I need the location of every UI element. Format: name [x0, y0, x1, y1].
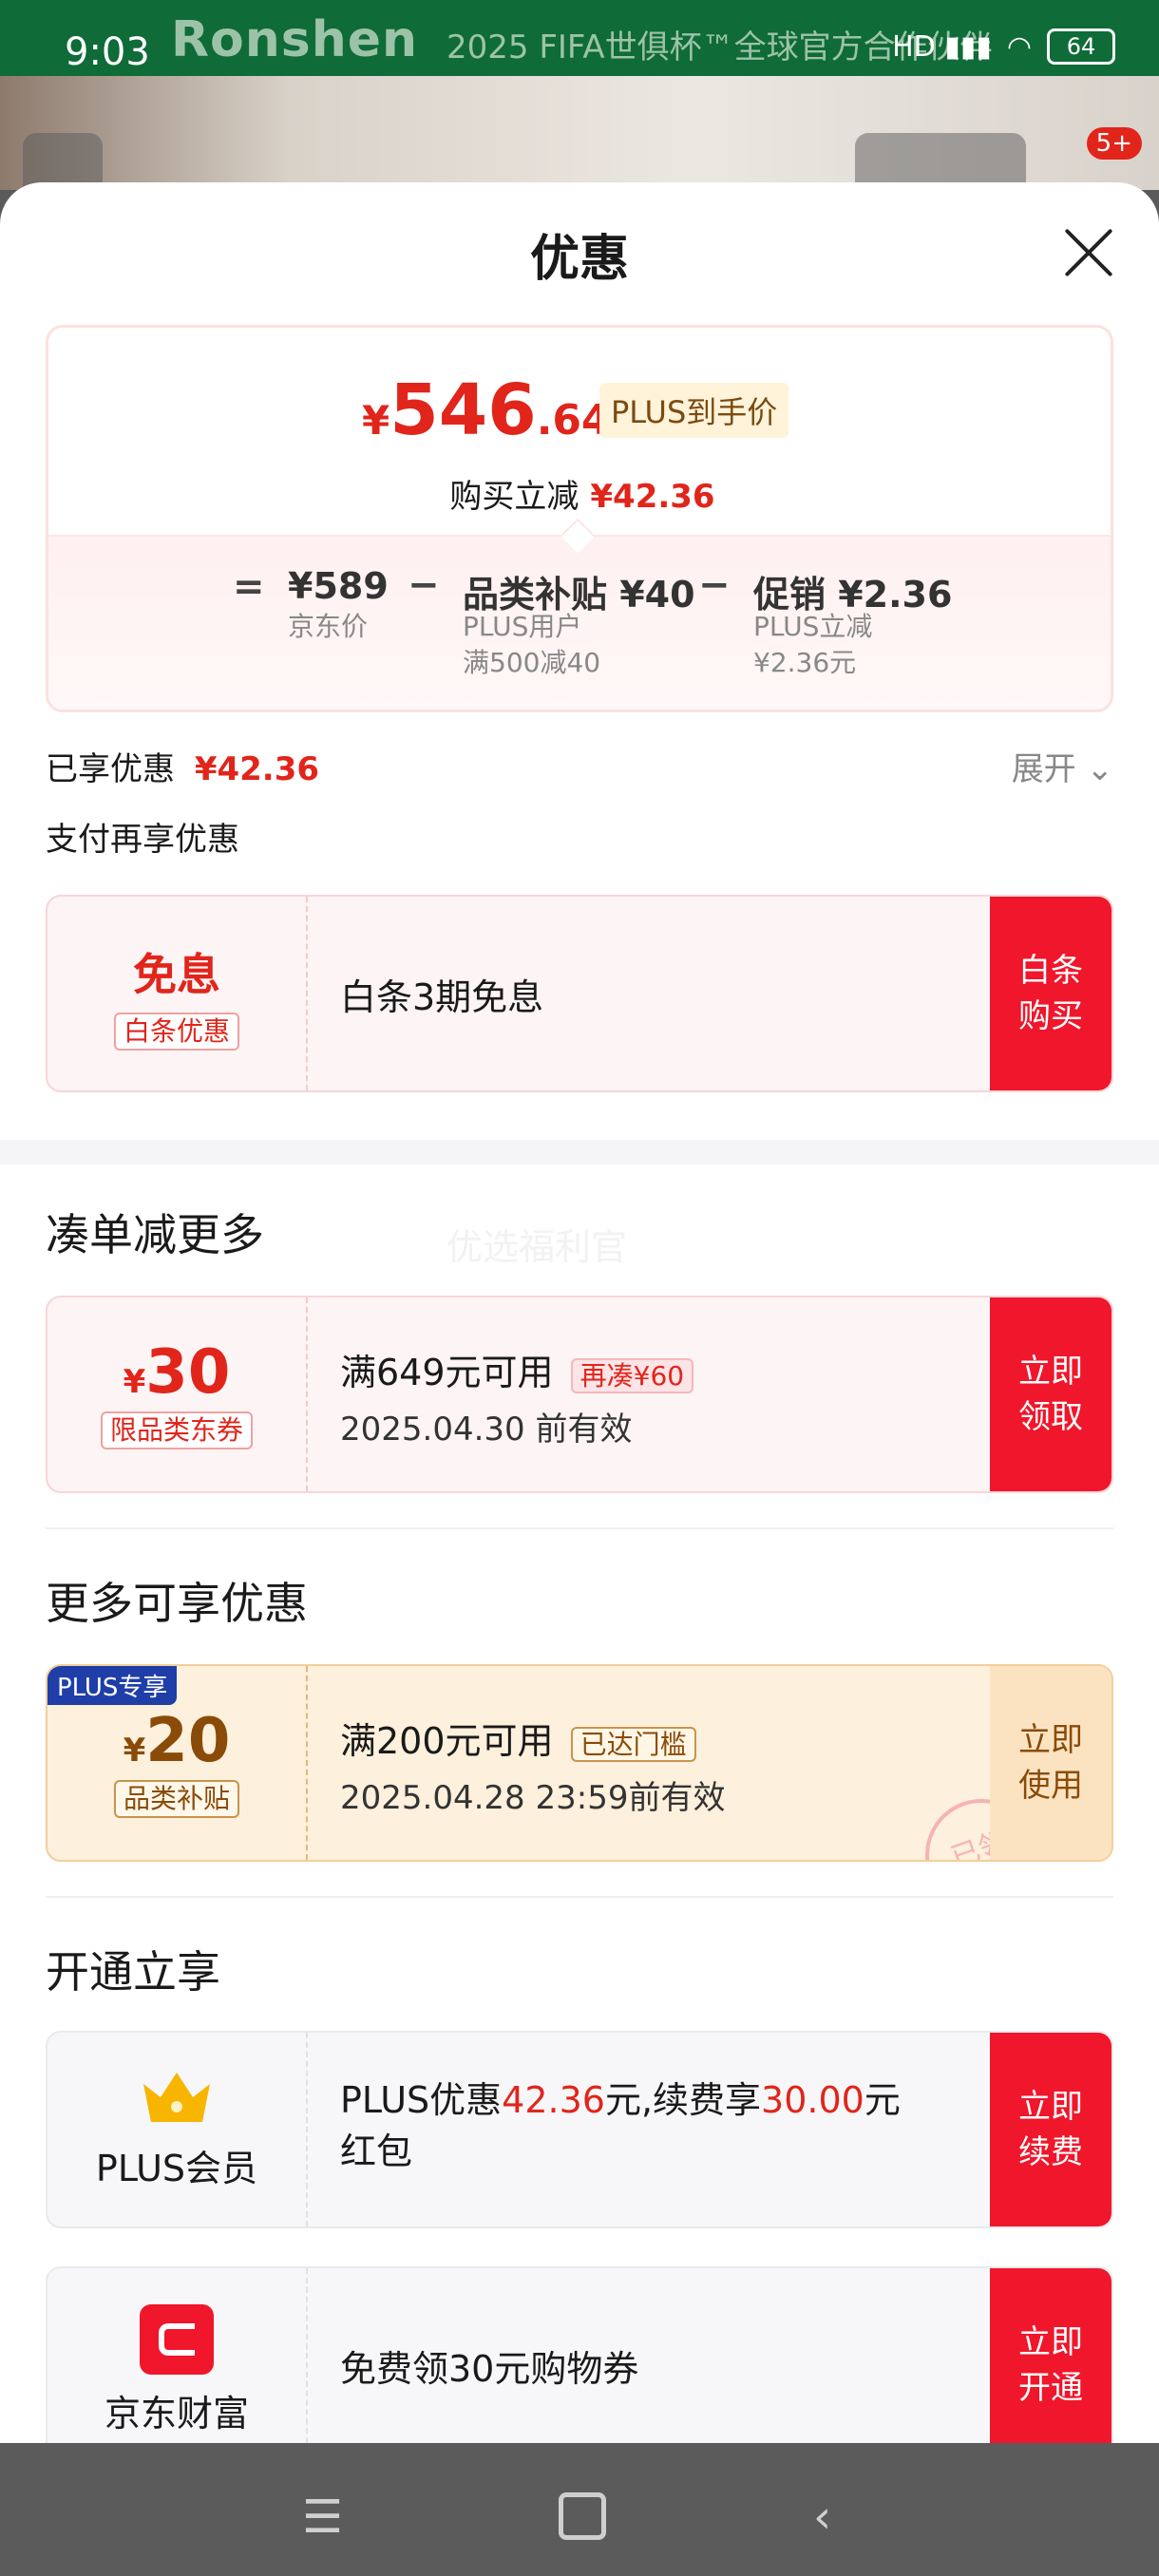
coupon-validity: 2025.04.30 前有效: [340, 1411, 633, 1449]
plus-desc: PLUS优惠42.36元,续费享30.00元 红包: [340, 2033, 990, 2226]
section-title-activate: 开通立享: [46, 1946, 220, 1998]
currency-symbol: ¥: [123, 1732, 146, 1770]
pay-more-label: 支付再享优惠: [46, 821, 239, 859]
chevron-down-icon: ⌄: [1086, 750, 1114, 788]
minus-sign: −: [408, 563, 440, 607]
status-icons: HD ▮▮▮ ◠ 64: [892, 28, 1115, 65]
equals-sign: =: [233, 565, 265, 609]
baitiao-card: 免息 白条优惠 白条3期免息 白条 购买: [46, 895, 1113, 1092]
system-nav-bar: ☰ ‹: [0, 2443, 1159, 2576]
finance-desc: 免费领30元购物券: [340, 2347, 639, 2390]
plus-desc-text: 元,续费享: [604, 2079, 762, 2121]
coupon-badge: 已达门槛: [570, 1727, 696, 1762]
currency-symbol: ¥: [123, 1363, 146, 1401]
section-title-more-savings: 凑单减更多: [46, 1209, 264, 1260]
jd-finance-card: 京东财富 免费领30元购物券 立即 开通: [46, 2266, 1113, 2443]
divider-line: [46, 1896, 1113, 1898]
coupon-amount: ¥20: [48, 1706, 306, 1776]
coupon-card-30: ¥30 限品类东券 满649元可用 再凑¥60 2025.04.30 前有效 立…: [46, 1296, 1113, 1493]
coupon-condition: 满200元可用 已达门槛: [340, 1712, 990, 1764]
baitiao-desc: 白条3期免息: [340, 975, 544, 1018]
baitiao-tag: 白条优惠: [113, 1013, 239, 1051]
plus-renew-value: 30.00: [761, 2079, 864, 2121]
coupon-value: 20: [145, 1706, 231, 1776]
plus-desc-text: 红包: [340, 2131, 413, 2172]
brand-logo-text: Ronshen: [171, 11, 419, 68]
plus-member-card: PLUS会员 PLUS优惠42.36元,续费享30.00元 红包 立即 续费: [46, 2031, 1113, 2228]
status-time: 9:03: [65, 30, 150, 74]
back-icon[interactable]: ‹: [813, 2491, 831, 2544]
finance-left: 京东财富: [48, 2268, 308, 2443]
subsidy-sub1: PLUS用户: [463, 611, 582, 642]
baitiao-buy-button[interactable]: 白条 购买: [990, 897, 1112, 1090]
enjoyed-discount: 已享优惠 ¥42.36: [46, 743, 319, 789]
coupon-value: 30: [145, 1337, 231, 1408]
final-price: ¥ 546 .64: [362, 369, 611, 451]
interest-free-title: 免息: [133, 949, 220, 1000]
baitiao-left: 免息 白条优惠: [48, 897, 308, 1090]
jd-price-label: 京东价: [288, 611, 369, 642]
jd-finance-label: 京东财富: [104, 2393, 249, 2434]
plus-desc-text: 元: [864, 2079, 901, 2121]
currency-symbol: ¥: [362, 397, 390, 444]
coupon-info: 满649元可用 再凑¥60 2025.04.30 前有效: [340, 1297, 990, 1491]
plus-exclusive-tag: PLUS专享: [48, 1666, 178, 1705]
message-badge: 5+: [1086, 127, 1142, 160]
activate-now-button[interactable]: 立即 开通: [990, 2268, 1112, 2443]
menu-icon[interactable]: ☰: [302, 2491, 343, 2544]
close-icon[interactable]: [1062, 226, 1115, 279]
coupon-amount: ¥30: [48, 1337, 306, 1408]
coupon-left: PLUS专享 ¥20 品类补贴: [48, 1666, 308, 1860]
enjoyed-value: ¥42.36: [194, 750, 320, 788]
coupon-card-20: PLUS专享 ¥20 品类补贴 满200元可用 已达门槛 2025.04.28 …: [46, 1664, 1113, 1862]
wifi-icon: ◠: [1006, 29, 1032, 64]
plus-discount-value: 42.36: [502, 2079, 605, 2121]
discount-sheet: 优惠 ¥ 546 .64 PLUS到手价 购买立减 ¥42.36 = ¥589 京…: [0, 182, 1159, 2443]
sheet-title: 优惠: [529, 231, 629, 288]
reduce-label: 购买立减: [449, 478, 580, 516]
section-divider: [0, 1140, 1159, 1165]
minus-sign: −: [698, 563, 731, 607]
coupon-badge: 再凑¥60: [570, 1358, 694, 1393]
coupon-desc: 满649元可用: [340, 1352, 554, 1393]
plus-left: PLUS会员: [48, 2033, 308, 2226]
price-summary-card: ¥ 546 .64 PLUS到手价 购买立减 ¥42.36 = ¥589 京东价 …: [46, 325, 1113, 712]
divider-line: [46, 1527, 1113, 1529]
coupon-validity: 2025.04.28 23:59前有效: [340, 1779, 726, 1817]
use-now-button[interactable]: 立即 使用: [990, 1666, 1112, 1860]
coupon-desc: 满200元可用: [340, 1720, 554, 1762]
jd-finance-icon: [140, 2304, 214, 2375]
home-icon[interactable]: [559, 2492, 606, 2540]
coupon-tag: 品类补贴: [113, 1780, 239, 1818]
promo-sub2: ¥2.36元: [753, 647, 857, 678]
coupon-tag: 限品类东券: [100, 1411, 253, 1449]
signal-icon: HD ▮▮▮: [892, 29, 992, 64]
reduce-value: ¥42.36: [590, 478, 715, 516]
claim-now-button[interactable]: 立即 领取: [990, 1297, 1112, 1491]
expand-button[interactable]: 展开 ⌄: [1012, 743, 1113, 789]
crown-icon: [140, 2069, 214, 2126]
battery-icon: 64: [1047, 28, 1115, 65]
coupon-left: ¥30 限品类东券: [48, 1297, 308, 1491]
reduce-line: 购买立减 ¥42.36: [48, 470, 1111, 517]
enjoyed-label: 已享优惠: [46, 750, 175, 788]
promo-sub1: PLUS立减: [753, 611, 873, 642]
coupon-info: 满200元可用 已达门槛 2025.04.28 23:59前有效: [340, 1666, 990, 1860]
plus-desc-text: PLUS优惠: [340, 2079, 503, 2121]
renew-now-button[interactable]: 立即 续费: [990, 2033, 1112, 2226]
expand-label: 展开: [1011, 750, 1076, 788]
coupon-condition: 满649元可用 再凑¥60: [340, 1343, 990, 1395]
watermark: 优选福利官: [446, 1226, 628, 1268]
section-title-more-offers: 更多可享优惠: [46, 1578, 308, 1629]
jd-price: ¥589: [288, 565, 389, 607]
price-integer: 546: [390, 369, 537, 451]
subsidy-sub2: 满500减40: [463, 647, 601, 678]
plus-member-label: PLUS会员: [95, 2148, 258, 2189]
plus-price-tag: PLUS到手价: [599, 383, 789, 438]
